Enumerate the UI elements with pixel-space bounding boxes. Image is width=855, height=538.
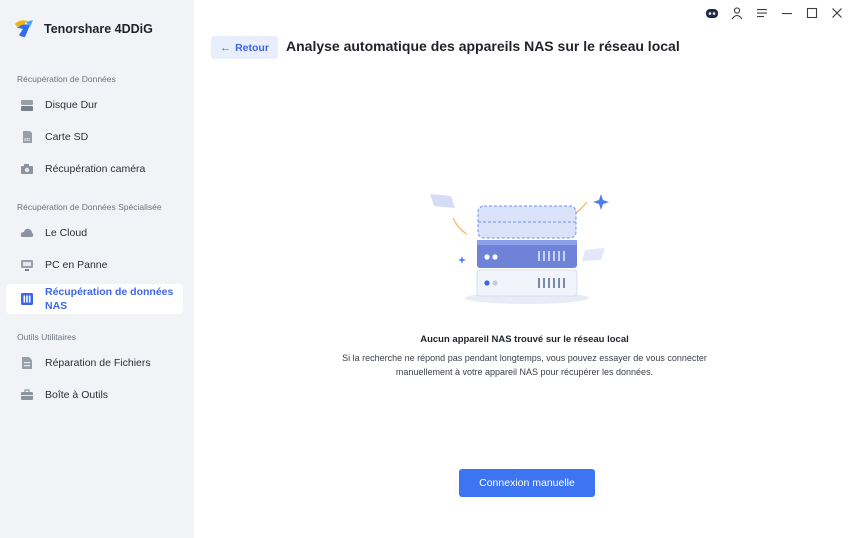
cloud-icon — [19, 225, 35, 241]
sidebar-item-file-repair[interactable]: Réparation de Fichiers — [6, 352, 183, 374]
svg-text:SD: SD — [24, 137, 31, 142]
menu-icon[interactable] — [754, 5, 770, 21]
section-title-specialized-recovery: Récupération de Données Spécialisée — [17, 202, 162, 212]
sidebar-item-crashed-pc[interactable]: PC en Panne — [6, 254, 183, 276]
section-title-data-recovery: Récupération de Données — [17, 74, 116, 84]
nas-device-illustration — [430, 194, 609, 304]
sidebar-item-sd-card[interactable]: SD Carte SD — [6, 126, 183, 148]
close-icon[interactable] — [829, 5, 845, 21]
sidebar-item-label: Boîte à Outils — [45, 389, 109, 401]
back-button-label: Retour — [235, 41, 269, 54]
manual-connect-button[interactable]: Connexion manuelle — [459, 469, 595, 497]
sidebar-item-camera[interactable]: Récupération caméra — [6, 158, 183, 180]
empty-state-description-line1: Si la recherche ne répond pas pendant lo… — [342, 353, 707, 363]
sidebar: Tenorshare 4DDiG Récupération de Données… — [0, 0, 194, 538]
robot-assistant-icon[interactable] — [704, 5, 720, 21]
app-logo-icon — [15, 20, 33, 37]
sidebar-item-toolbox[interactable]: Boîte à Outils — [6, 384, 183, 406]
section-title-utilities: Outils Utilitaires — [17, 332, 77, 342]
sidebar-item-label: Disque Dur — [45, 99, 98, 111]
window-controls — [704, 5, 845, 21]
user-account-icon[interactable] — [729, 5, 745, 21]
sidebar-item-label: PC en Panne — [45, 259, 108, 271]
app-name: Tenorshare 4DDiG — [44, 22, 153, 36]
sidebar-item-label: Réparation de Fichiers — [45, 357, 151, 369]
sidebar-item-nas-recovery[interactable]: Récupération de données NAS — [6, 284, 183, 314]
hard-drive-icon — [19, 97, 35, 113]
page-title: Analyse automatique des appareils NAS su… — [286, 38, 680, 54]
minimize-icon[interactable] — [779, 5, 795, 21]
file-repair-icon — [19, 355, 35, 371]
sidebar-item-label: Le Cloud — [45, 227, 88, 239]
empty-state-description: Si la recherche ne répond pas pendant lo… — [194, 351, 855, 379]
sidebar-item-label: Carte SD — [45, 131, 89, 143]
sidebar-item-hard-drive[interactable]: Disque Dur — [6, 94, 183, 116]
arrow-left-icon: ← — [220, 41, 232, 54]
camera-icon — [19, 161, 35, 177]
sidebar-item-cloud[interactable]: Le Cloud — [6, 222, 183, 244]
empty-state-title: Aucun appareil NAS trouvé sur le réseau … — [420, 334, 629, 345]
pc-icon — [19, 257, 35, 273]
sd-card-icon: SD — [19, 129, 35, 145]
sidebar-item-label: Récupération de données NAS — [45, 286, 174, 312]
brand: Tenorshare 4DDiG — [12, 17, 153, 41]
sidebar-item-label: Récupération caméra — [45, 163, 146, 175]
back-button[interactable]: ← Retour — [211, 36, 278, 59]
maximize-icon[interactable] — [804, 5, 820, 21]
nas-icon — [19, 291, 35, 307]
empty-state-description-line2: manuellement à votre appareil NAS pour r… — [395, 367, 654, 377]
toolbox-icon — [19, 387, 35, 403]
